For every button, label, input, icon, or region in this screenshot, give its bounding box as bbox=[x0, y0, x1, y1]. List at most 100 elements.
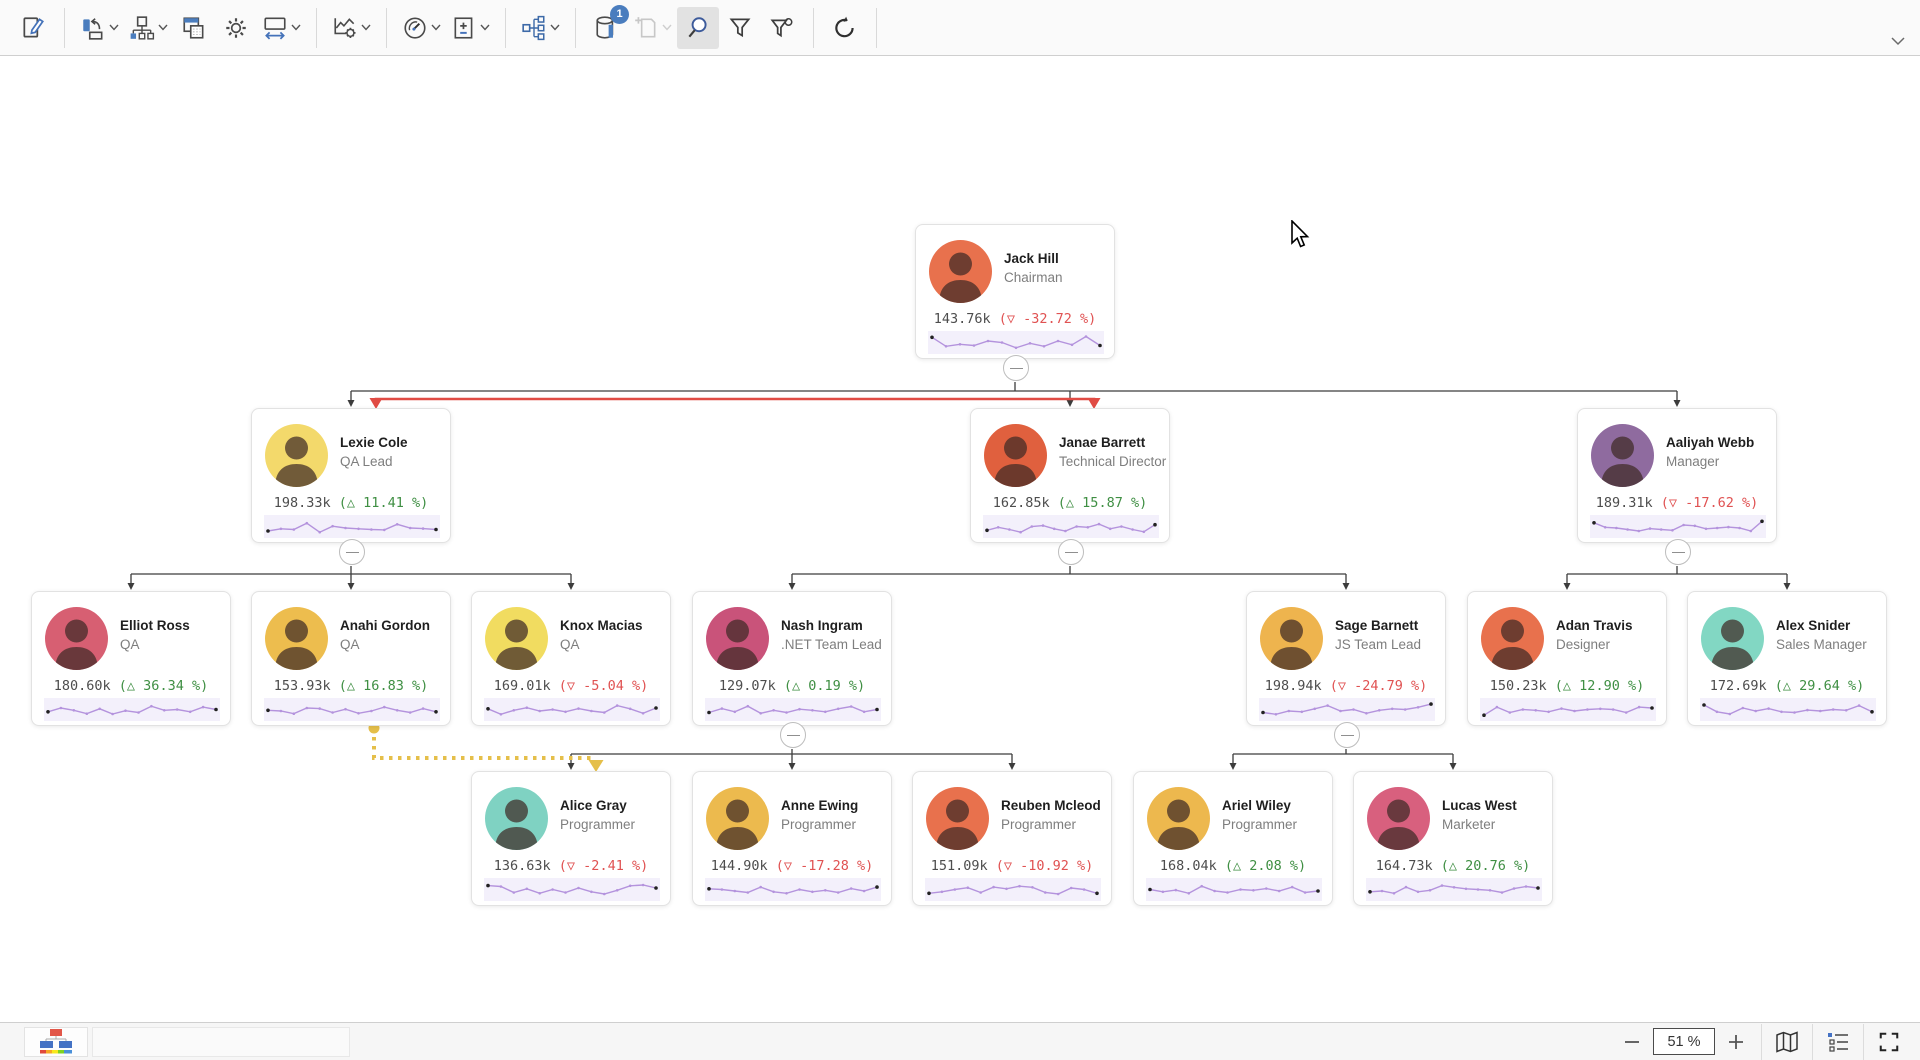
zoom-in-button[interactable] bbox=[1715, 1024, 1757, 1060]
settings-button[interactable] bbox=[215, 7, 257, 49]
map-icon bbox=[1775, 1031, 1799, 1053]
filter-button[interactable] bbox=[719, 7, 761, 49]
avatar bbox=[984, 424, 1047, 487]
salary-value: 143.76k bbox=[934, 311, 991, 327]
employee-name: Alex Snider bbox=[1776, 618, 1850, 633]
org-node-jack[interactable]: Jack HillChairman143.76k (▽ -32.72 %) bbox=[915, 224, 1115, 359]
filter-settings-icon bbox=[769, 15, 795, 41]
outline-button[interactable] bbox=[1817, 1024, 1859, 1060]
salary-sparkline bbox=[1480, 698, 1656, 726]
add-page-icon bbox=[633, 15, 659, 41]
org-node-alex[interactable]: Alex Snider Sales Manager 172.69k (△ 29.64… bbox=[1687, 591, 1887, 726]
collapse-button[interactable] bbox=[1334, 722, 1360, 748]
org-node-aaliyah[interactable]: Aaliyah WebbManager189.31k (▽ -17.62 %) bbox=[1577, 408, 1777, 543]
org-node-adan[interactable]: Adan TravisDesigner150.23k (△ 12.90 %) bbox=[1467, 591, 1667, 726]
add-page-button[interactable] bbox=[628, 7, 677, 49]
avatar bbox=[926, 787, 989, 850]
salary-value: 189.31k bbox=[1596, 495, 1653, 511]
org-node-janae[interactable]: Janae BarrettTechnical Director162.85k (… bbox=[970, 408, 1170, 543]
page-tab-org-chart[interactable] bbox=[24, 1027, 88, 1057]
toolbar-separator bbox=[876, 8, 877, 48]
avatar bbox=[1260, 607, 1323, 670]
main-toolbar: 1 bbox=[0, 0, 1920, 56]
zoom-out-button[interactable] bbox=[1611, 1024, 1653, 1060]
avatar bbox=[929, 240, 992, 303]
employee-salary-stats: 172.69k (△ 29.64 %) bbox=[1688, 678, 1886, 694]
org-node-reuben[interactable]: Reuben McleodProgrammer151.09k (▽ -10.92… bbox=[912, 771, 1112, 906]
employee-salary-stats: 198.94k (▽ -24.79 %) bbox=[1247, 678, 1445, 694]
employee-role: Programmer bbox=[781, 817, 856, 832]
salary-value: 153.93k bbox=[274, 678, 331, 694]
plus-minus-fields-button[interactable] bbox=[446, 7, 495, 49]
node-width-button[interactable] bbox=[257, 7, 306, 49]
salary-sparkline bbox=[1146, 878, 1322, 906]
org-node-lucas[interactable]: Lucas WestMarketer164.73k (△ 20.76 %) bbox=[1353, 771, 1553, 906]
employee-role: Programmer bbox=[560, 817, 635, 832]
org-node-lexie[interactable]: Lexie ColeQA Lead198.33k (△ 11.41 %) bbox=[251, 408, 451, 543]
org-node-alice[interactable]: Alice GrayProgrammer136.63k (▽ -2.41 %) bbox=[471, 771, 671, 906]
employee-role: .NET Team Lead bbox=[781, 637, 882, 652]
salary-sparkline bbox=[44, 698, 220, 726]
salary-sparkline bbox=[264, 698, 440, 726]
statusbar-separator bbox=[1863, 1024, 1864, 1060]
salary-value: 172.69k bbox=[1710, 678, 1767, 694]
avatar bbox=[485, 787, 548, 850]
org-chart-canvas[interactable]: Jack HillChairman143.76k (▽ -32.72 %)Lex… bbox=[0, 57, 1920, 1022]
chevron-down-icon bbox=[431, 24, 441, 31]
employee-role: QA Lead bbox=[340, 454, 393, 469]
salary-delta: (△ 20.76 %) bbox=[1433, 858, 1531, 874]
collapse-button[interactable] bbox=[1003, 355, 1029, 381]
edit-diagram-button[interactable] bbox=[12, 7, 54, 49]
salary-sparkline bbox=[484, 698, 660, 726]
collapse-button[interactable] bbox=[1665, 539, 1691, 565]
employee-salary-stats: 129.07k (△ 0.19 %) bbox=[693, 678, 891, 694]
org-node-sage[interactable]: Sage BarnettJS Team Lead198.94k (▽ -24.7… bbox=[1246, 591, 1446, 726]
fullscreen-button[interactable] bbox=[1868, 1024, 1910, 1060]
chevron-down-icon bbox=[361, 24, 371, 31]
overview-map-button[interactable] bbox=[1766, 1024, 1808, 1060]
org-node-nash[interactable]: Nash Ingram.NET Team Lead129.07k (△ 0.19… bbox=[692, 591, 892, 726]
employee-role: Marketer bbox=[1442, 817, 1495, 832]
avatar bbox=[1481, 607, 1544, 670]
chevron-down-icon bbox=[291, 24, 301, 31]
avatar bbox=[706, 787, 769, 850]
panels-button[interactable] bbox=[173, 7, 215, 49]
org-layout-button[interactable] bbox=[124, 7, 173, 49]
link-structure-button[interactable] bbox=[516, 7, 565, 49]
employee-name: Aaliyah Webb bbox=[1666, 435, 1754, 450]
toolbar-overflow-chevron-icon[interactable] bbox=[1890, 36, 1906, 46]
collapse-button[interactable] bbox=[780, 722, 806, 748]
chart-settings-button[interactable] bbox=[327, 7, 376, 49]
collapse-button[interactable] bbox=[339, 539, 365, 565]
reset-button[interactable] bbox=[824, 7, 866, 49]
org-node-ariel[interactable]: Ariel WileyProgrammer168.04k (△ 2.08 %) bbox=[1133, 771, 1333, 906]
gauge-button[interactable] bbox=[397, 7, 446, 49]
filter-settings-button[interactable] bbox=[761, 7, 803, 49]
outline-list-icon bbox=[1826, 1031, 1850, 1053]
salary-value: 198.94k bbox=[1265, 678, 1322, 694]
employee-name: Adan Travis bbox=[1556, 618, 1633, 633]
org-node-anne[interactable]: Anne EwingProgrammer144.90k (▽ -17.28 %) bbox=[692, 771, 892, 906]
search-toggle-button[interactable] bbox=[677, 7, 719, 49]
salary-value: 144.90k bbox=[711, 858, 768, 874]
chevron-down-icon bbox=[480, 24, 490, 31]
salary-delta: (▽ -17.62 %) bbox=[1653, 495, 1759, 511]
employee-role: Sales Manager bbox=[1776, 637, 1867, 652]
avatar bbox=[265, 607, 328, 670]
page-tab-strip[interactable] bbox=[92, 1027, 350, 1057]
data-source-button[interactable]: 1 bbox=[586, 7, 628, 49]
salary-sparkline bbox=[705, 878, 881, 906]
employee-salary-stats: 162.85k (△ 15.87 %) bbox=[971, 495, 1169, 511]
org-node-elliot[interactable]: Elliot RossQA180.60k (△ 36.34 %) bbox=[31, 591, 231, 726]
status-bar bbox=[0, 1022, 1920, 1060]
employee-name: Anne Ewing bbox=[781, 798, 858, 813]
employee-role: Chairman bbox=[1004, 270, 1063, 285]
collapse-button[interactable] bbox=[1058, 539, 1084, 565]
salary-value: 164.73k bbox=[1376, 858, 1433, 874]
employee-salary-stats: 169.01k (▽ -5.04 %) bbox=[472, 678, 670, 694]
chevron-down-icon bbox=[662, 24, 672, 31]
layout-direction-button[interactable] bbox=[75, 7, 124, 49]
zoom-level-input[interactable] bbox=[1653, 1028, 1715, 1055]
org-node-knox[interactable]: Knox MaciasQA169.01k (▽ -5.04 %) bbox=[471, 591, 671, 726]
org-node-anahi[interactable]: Anahi GordonQA153.93k (△ 16.83 %) bbox=[251, 591, 451, 726]
